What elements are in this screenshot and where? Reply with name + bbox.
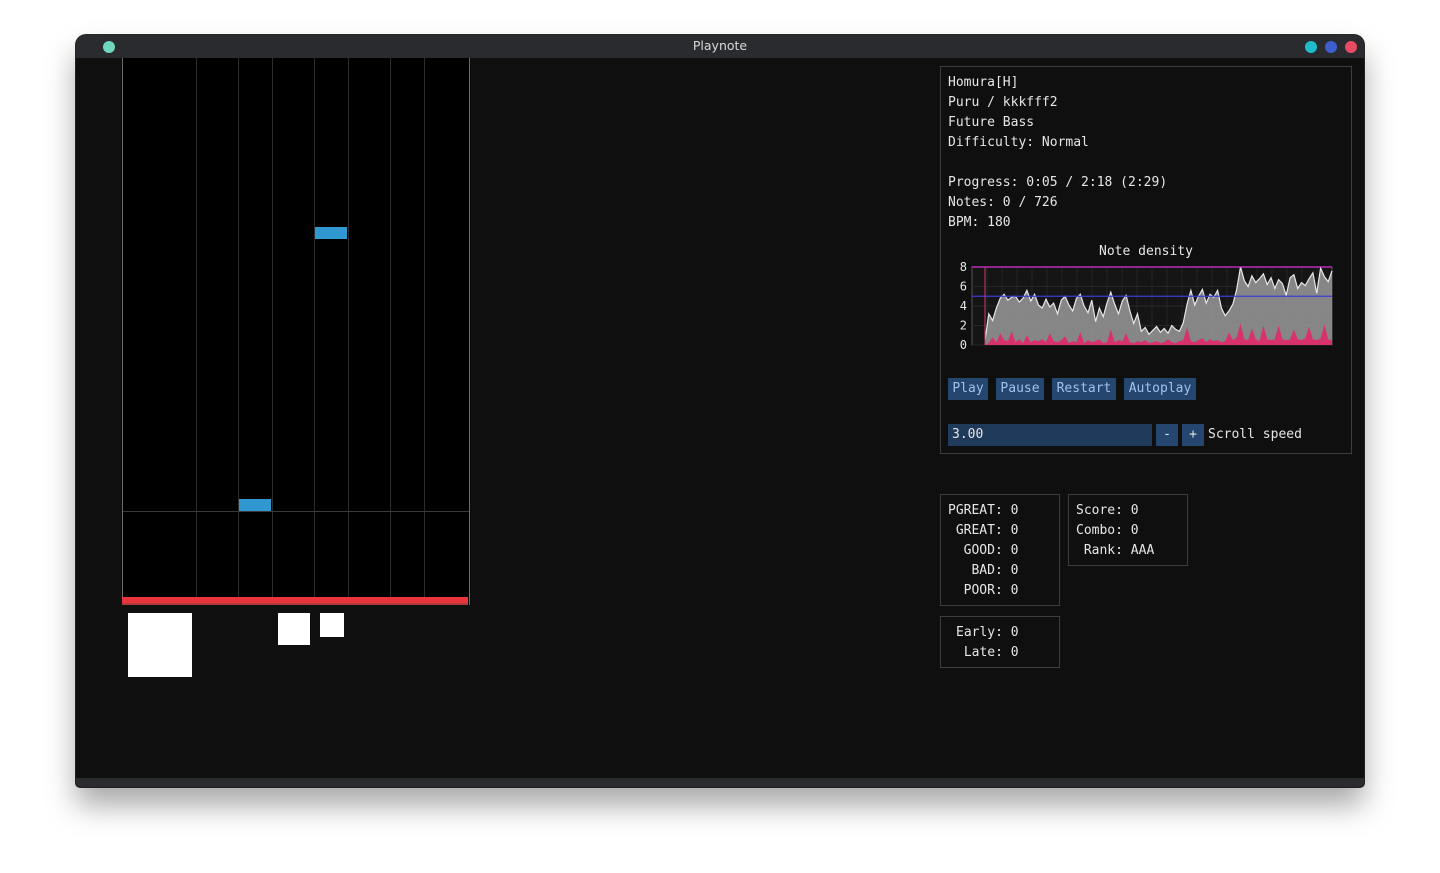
key-indicator (278, 613, 310, 645)
song-info-panel: Homura[H] Puru / kkkfff2 Future Bass Dif… (940, 66, 1352, 454)
turntable-indicator (128, 613, 192, 677)
minimize-button[interactable] (1305, 41, 1317, 53)
lane-divider (390, 58, 391, 597)
y-tick-label: 6 (960, 280, 967, 294)
combo-value: Combo: 0 (1076, 523, 1139, 538)
title-bar[interactable]: Playnote (76, 35, 1364, 58)
lane-divider (196, 58, 197, 597)
y-tick-label: 8 (960, 261, 967, 274)
notes-count: Notes: 0 / 726 (948, 195, 1058, 210)
lane-divider (238, 58, 239, 597)
pause-button[interactable]: Pause (996, 378, 1044, 400)
good-count: GOOD: 0 (948, 543, 1019, 558)
restart-button[interactable]: Restart (1052, 378, 1116, 400)
y-tick-label: 4 (960, 299, 967, 313)
great-count: GREAT: 0 (948, 523, 1019, 538)
close-button[interactable] (1345, 41, 1357, 53)
pgreat-count: PGREAT: 0 (948, 503, 1019, 518)
scroll-speed-label: Scroll speed (1208, 427, 1302, 442)
scroll-speed-input[interactable]: 3.00 (948, 424, 1152, 446)
judgement-line (123, 511, 469, 512)
scroll-speed-decrease-button[interactable]: - (1156, 424, 1178, 446)
window-bottom-border (76, 778, 1364, 787)
score-panel: Score: 0 Combo: 0 Rank: AAA (1068, 494, 1188, 566)
song-title: Homura[H] (948, 75, 1019, 90)
lane-divider (272, 58, 273, 597)
bad-count: BAD: 0 (948, 563, 1019, 578)
timing-panel: Early: 0 Late: 0 (940, 616, 1060, 668)
judgement-panel: PGREAT: 0 GREAT: 0 GOOD: 0 BAD: 0 POOR: … (940, 494, 1060, 606)
poor-count: POOR: 0 (948, 583, 1019, 598)
song-difficulty: Difficulty: Normal (948, 135, 1089, 150)
judge-bar-edge (122, 603, 468, 605)
play-button[interactable]: Play (948, 378, 988, 400)
key-indicator (320, 613, 344, 637)
lane-divider (314, 58, 315, 597)
song-genre: Future Bass (948, 115, 1035, 130)
maximize-button[interactable] (1325, 41, 1337, 53)
chart-title: Note density (1099, 244, 1193, 259)
rank-value: Rank: AAA (1076, 543, 1155, 558)
lane-divider (348, 58, 349, 597)
app-window: Playnote Homura[H] Puru / kkkfff2 Future… (76, 35, 1364, 787)
y-tick-label: 0 (960, 338, 967, 352)
scroll-speed-increase-button[interactable]: + (1182, 424, 1204, 446)
song-artist: Puru / kkkfff2 (948, 95, 1058, 110)
early-count: Early: 0 (956, 625, 1019, 640)
song-progress: Progress: 0:05 / 2:18 (2:29) (948, 175, 1168, 190)
bpm: BPM: 180 (948, 215, 1011, 230)
app-content: Homura[H] Puru / kkkfff2 Future Bass Dif… (80, 58, 1360, 778)
note (315, 227, 347, 239)
y-tick-label: 2 (960, 319, 967, 333)
score-value: Score: 0 (1076, 503, 1139, 518)
playfield (122, 58, 470, 605)
window-title: Playnote (692, 38, 748, 53)
lane-divider (424, 58, 425, 597)
note (239, 499, 271, 511)
late-count: Late: 0 (956, 645, 1019, 660)
note-density-chart: 8 6 4 2 0 (960, 261, 1333, 352)
autoplay-button[interactable]: Autoplay (1124, 378, 1196, 400)
